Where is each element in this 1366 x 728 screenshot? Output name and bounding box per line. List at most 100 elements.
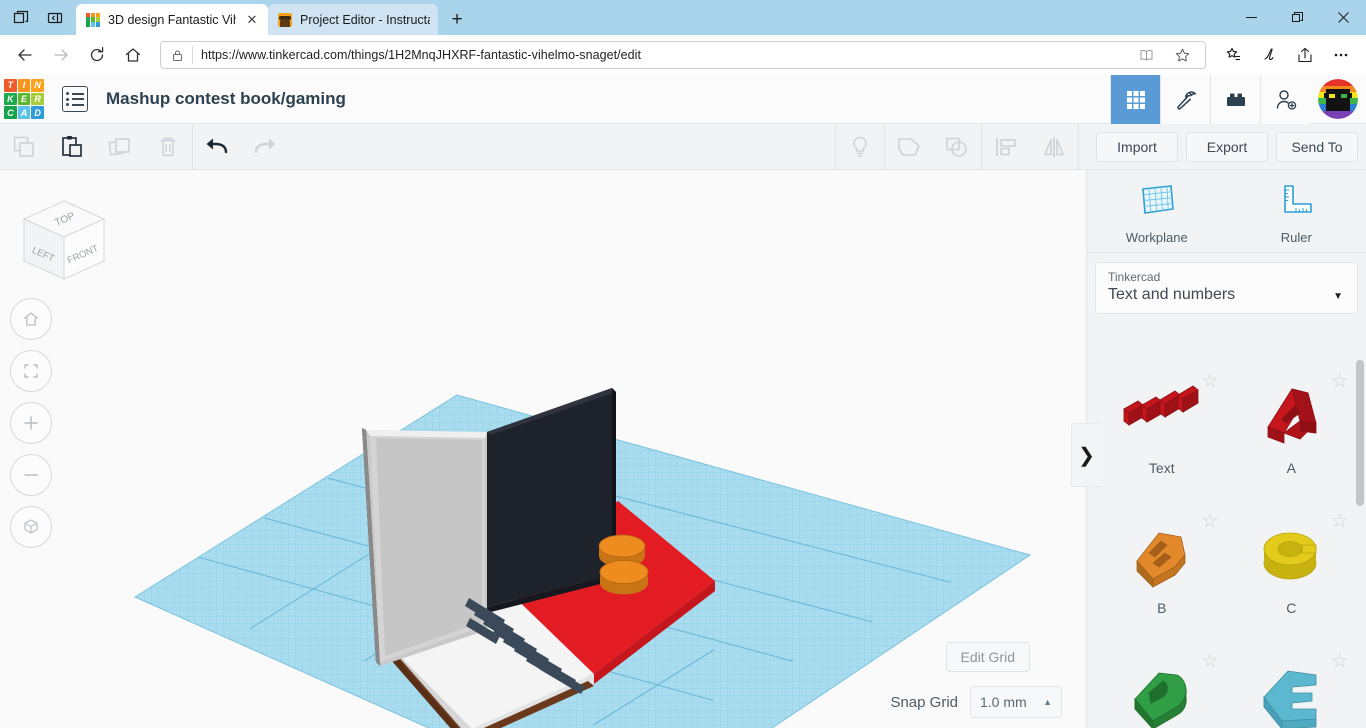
reading-view-icon[interactable] (1129, 39, 1163, 71)
shapes-scrollbar-thumb[interactable] (1356, 360, 1364, 506)
fit-frame-icon[interactable] (10, 350, 52, 392)
add-person-icon[interactable] (1260, 75, 1310, 124)
shape-label-c: C (1286, 600, 1297, 616)
favorite-star-icon[interactable]: ☆ (1201, 512, 1218, 531)
3d-canvas[interactable]: TOP LEFT FRONT Edit Grid Snap Grid 1.0 m… (0, 170, 1086, 728)
home-icon[interactable] (116, 39, 150, 71)
export-button[interactable]: Export (1186, 132, 1268, 162)
copy-icon[interactable] (0, 124, 48, 170)
mirror-icon[interactable] (1030, 124, 1078, 170)
minimize-button[interactable] (1228, 0, 1274, 35)
omnibox-divider (192, 46, 193, 64)
zoom-out-icon[interactable] (10, 454, 52, 496)
snap-grid-arrow-icon: ▲ (1043, 697, 1052, 707)
collections-icon[interactable] (1216, 39, 1250, 71)
library-selector-wrap: Tinkercad Text and numbers ▼ (1087, 253, 1366, 323)
edit-grid-button[interactable]: Edit Grid (945, 642, 1030, 672)
close-tab-icon-0[interactable]: ✕ (244, 12, 260, 28)
shape-item-a[interactable]: ☆ A (1227, 362, 1357, 502)
browser-tab-1[interactable]: Project Editor - Instructable (268, 4, 438, 35)
shapes-scroll-area[interactable]: ☆ Text ☆ A ☆ B ☆ C ☆ ☆ (1087, 358, 1366, 728)
favorite-star-icon[interactable]: ☆ (1201, 372, 1218, 391)
logo-tile-i: I (17, 79, 31, 92)
toolbar-divider-5 (1078, 123, 1079, 170)
address-bar[interactable]: https://www.tinkercad.com/things/1H2MnqJ… (160, 41, 1206, 69)
reload-icon[interactable] (80, 39, 114, 71)
shape-item-c[interactable]: ☆ C (1227, 502, 1357, 642)
3d-scene[interactable] (0, 170, 1086, 728)
align-icon[interactable] (982, 124, 1030, 170)
favorite-star-icon[interactable]: ☆ (1201, 652, 1218, 671)
chevron-down-icon[interactable]: ▼ (1333, 291, 1343, 302)
lightbulb-icon[interactable] (836, 124, 884, 170)
tinkercad-header-actions (1110, 75, 1366, 124)
send-to-button[interactable]: Send To (1276, 132, 1358, 162)
avatar[interactable] (1318, 79, 1358, 119)
trash-icon[interactable] (144, 124, 192, 170)
snap-grid-value: 1.0 mm (980, 694, 1027, 710)
shape-item-b[interactable]: ☆ B (1097, 502, 1227, 642)
browser-window: 3D design Fantastic Vih ✕ Project Editor… (0, 0, 1366, 728)
ungroup-icon[interactable] (933, 124, 981, 170)
tinkercad-logo[interactable]: T I N K E R C A D (4, 79, 44, 119)
redo-arrow-icon[interactable] (241, 124, 289, 170)
collapse-panel-chevron-icon[interactable]: ❯ (1071, 423, 1101, 487)
paste-icon[interactable] (48, 124, 96, 170)
pen-icon[interactable] (1252, 39, 1286, 71)
favorite-star-icon[interactable]: ☆ (1331, 512, 1348, 531)
page-title[interactable]: Mashup contest book/gaming (106, 89, 346, 109)
workplane-tool[interactable]: Workplane (1111, 181, 1203, 245)
tinkercad-toolbar: Import Export Send To (0, 123, 1366, 170)
shape-item-d[interactable]: ☆ D (1097, 642, 1227, 728)
group-icon[interactable] (885, 124, 933, 170)
browser-tab-title-1: Project Editor - Instructable (300, 12, 430, 27)
restore-button[interactable] (1274, 0, 1320, 35)
logo-tile-e: E (17, 92, 31, 106)
home-view-icon[interactable] (10, 298, 52, 340)
shape-item-text[interactable]: ☆ Text (1097, 362, 1227, 502)
favorite-star-icon[interactable]: ☆ (1331, 372, 1348, 391)
logo-tile-t: T (4, 79, 17, 92)
toolbar-edit-group (0, 124, 192, 170)
shape-art-c (1248, 512, 1334, 598)
close-button[interactable] (1320, 0, 1366, 35)
favorite-star-icon[interactable]: ☆ (1331, 652, 1348, 671)
ruler-tool-label: Ruler (1280, 230, 1312, 245)
list-menu-icon[interactable] (62, 86, 88, 112)
shape-art-a (1248, 372, 1334, 458)
view-nav-controls (10, 298, 52, 548)
share-icon[interactable] (1288, 39, 1322, 71)
duplicate-icon[interactable] (96, 124, 144, 170)
forward-icon[interactable] (44, 39, 78, 71)
lego-brick-icon[interactable] (1210, 75, 1260, 124)
view-cube[interactable]: TOP LEFT FRONT (14, 195, 114, 295)
more-options-icon[interactable] (1324, 39, 1358, 71)
undo-arrow-icon[interactable] (193, 124, 241, 170)
perspective-toggle-icon[interactable] (10, 506, 52, 548)
logo-tile-c: C (4, 106, 17, 119)
zoom-in-icon[interactable] (10, 402, 52, 444)
tab-sidebar-icon[interactable] (38, 2, 72, 34)
import-button[interactable]: Import (1096, 132, 1178, 162)
grid-icon[interactable] (1110, 75, 1160, 124)
shapes-scrollbar[interactable] (1356, 360, 1364, 726)
address-bar-url[interactable]: https://www.tinkercad.com/things/1H2MnqJ… (201, 48, 1121, 62)
browser-navigation-bar: https://www.tinkercad.com/things/1H2MnqJ… (0, 35, 1366, 75)
shape-art-b (1119, 512, 1205, 598)
snap-grid-select[interactable]: 1.0 mm ▲ (970, 686, 1062, 718)
ruler-tool[interactable]: Ruler (1250, 181, 1342, 245)
tab-overview-icon[interactable] (4, 2, 38, 34)
toolbar-actions: Import Export Send To (1088, 124, 1366, 170)
shape-art-d (1119, 652, 1205, 728)
tab-strip: 3D design Fantastic Vih ✕ Project Editor… (0, 0, 1366, 35)
new-tab-button[interactable]: + (442, 5, 472, 35)
library-selector[interactable]: Tinkercad Text and numbers ▼ (1095, 262, 1358, 314)
panel-tools-row: Workplane Ruler (1087, 170, 1366, 253)
favorite-star-icon[interactable] (1165, 39, 1199, 71)
browser-tab-0[interactable]: 3D design Fantastic Vih ✕ (76, 4, 268, 35)
shapes-panel: Workplane Ruler Tinkercad Text and numbe… (1086, 170, 1366, 728)
pickaxe-icon[interactable] (1160, 75, 1210, 124)
back-icon[interactable] (8, 39, 42, 71)
shape-item-e[interactable]: ☆ E (1227, 642, 1357, 728)
workplane-grid-icon (1137, 181, 1177, 224)
